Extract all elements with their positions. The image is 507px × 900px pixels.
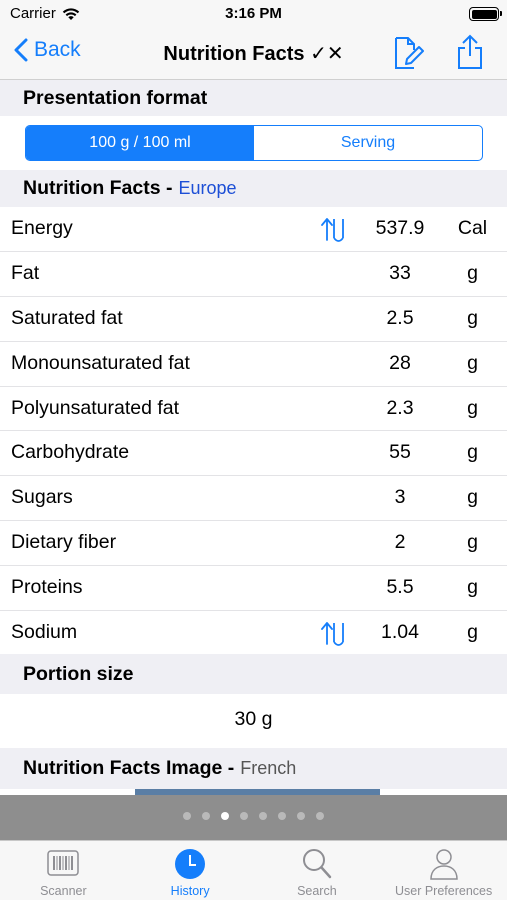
segment-100g[interactable]: 100 g / 100 ml	[26, 126, 254, 160]
portion-size-value[interactable]: 30 g	[0, 708, 507, 731]
page-control-area	[0, 795, 507, 840]
barcode-icon	[47, 850, 80, 876]
tab-history-label: History	[170, 884, 210, 898]
tab-user-preferences[interactable]: User Preferences	[380, 841, 507, 900]
nutrition-image-title: Nutrition Facts Image -	[23, 757, 235, 779]
segment-serving[interactable]: Serving	[254, 126, 482, 160]
battery-icon	[469, 7, 502, 21]
nutrition-row: Sugars 3 g	[0, 476, 507, 522]
portion-size-title: Portion size	[23, 662, 134, 685]
edit-document-icon	[395, 37, 424, 69]
nutrient-unit[interactable]: g	[440, 262, 505, 285]
page-dot[interactable]	[221, 812, 229, 820]
share-icon	[458, 34, 482, 69]
presentation-format-control: 100 g / 100 ml Serving	[25, 125, 483, 161]
nutrient-name: Carbohydrate	[11, 441, 130, 464]
nutrient-unit[interactable]: g	[440, 531, 505, 554]
nutrition-region-link[interactable]: Europe	[179, 178, 237, 199]
nutrient-value[interactable]: 33	[360, 262, 440, 285]
nutrition-row: Sodium 1.04 g	[0, 611, 507, 656]
unit-swap-icon[interactable]	[320, 216, 350, 248]
page-dot[interactable]	[240, 812, 248, 820]
nutrition-row: Monounsaturated fat 28 g	[0, 342, 507, 387]
person-icon	[429, 849, 458, 880]
clock-icon	[175, 849, 206, 879]
nutrient-unit[interactable]: g	[440, 576, 505, 599]
nutrient-value[interactable]: 2.3	[360, 397, 440, 420]
presentation-format-title: Presentation format	[23, 86, 208, 109]
nutrition-image-language: French	[240, 758, 297, 778]
unit-swap-icon[interactable]	[320, 620, 350, 652]
page-dot[interactable]	[297, 812, 305, 820]
page-dot[interactable]	[316, 812, 324, 820]
nutrient-value[interactable]: 537.9	[360, 217, 440, 240]
nutrient-name: Proteins	[11, 576, 83, 599]
nutrient-name: Monounsaturated fat	[11, 351, 190, 374]
tab-search[interactable]: Search	[254, 841, 381, 900]
nutrition-facts-title: Nutrition Facts -	[23, 177, 173, 199]
search-icon	[302, 849, 332, 879]
presentation-format-cell: 100 g / 100 ml Serving	[0, 116, 507, 170]
share-button[interactable]	[456, 34, 484, 75]
page-dot[interactable]	[183, 812, 191, 820]
nutrient-name: Energy	[11, 217, 73, 239]
nutrition-facts-header: Nutrition Facts - Europe	[0, 170, 507, 207]
nutrient-unit[interactable]: g	[440, 307, 505, 330]
nutrient-name: Polyunsaturated fat	[11, 396, 180, 419]
nutrient-value[interactable]: 28	[360, 352, 440, 375]
presentation-format-header: Presentation format	[0, 80, 507, 116]
nutrient-unit[interactable]: g	[440, 621, 505, 644]
status-time: 3:16 PM	[225, 5, 282, 22]
tab-search-label: Search	[297, 884, 337, 898]
page-dot[interactable]	[259, 812, 267, 820]
portion-size-cell: 30 g	[0, 694, 507, 748]
nutrition-image-header: Nutrition Facts Image - French	[0, 748, 507, 789]
nutrient-value[interactable]: 3	[360, 486, 440, 509]
nutrition-row: Saturated fat 2.5 g	[0, 297, 507, 342]
nutrition-row: Polyunsaturated fat 2.3 g	[0, 387, 507, 432]
nutrient-name: Sugars	[11, 486, 73, 509]
nutrition-table: Energy 537.9 Cal Fat 33 g Saturated fat 2.5 g Mon…	[0, 207, 507, 656]
page-dot[interactable]	[278, 812, 286, 820]
portion-size-header: Portion size	[0, 654, 507, 694]
navigation-bar: Back Nutrition Facts ✓✕	[0, 28, 507, 80]
nutrient-unit[interactable]: g	[440, 397, 505, 420]
nutrient-unit[interactable]: Cal	[440, 217, 505, 240]
tab-history[interactable]: History	[127, 841, 254, 900]
status-bar: Carrier 3:16 PM	[0, 0, 507, 28]
tab-scanner-label: Scanner	[40, 884, 87, 898]
nutrient-value[interactable]: 1.04	[360, 621, 440, 644]
nutrient-value[interactable]: 55	[360, 441, 440, 464]
nutrition-row: Carbohydrate 55 g	[0, 431, 507, 477]
nutrient-unit[interactable]: g	[440, 352, 505, 375]
nutrient-unit[interactable]: g	[440, 486, 505, 509]
tab-user-preferences-label: User Preferences	[394, 884, 493, 898]
nutrient-name: Fat	[11, 261, 40, 284]
nutrient-value[interactable]: 5.5	[360, 576, 440, 599]
nutrient-name: Saturated fat	[11, 306, 123, 329]
edit-button[interactable]	[392, 36, 424, 75]
page-control[interactable]	[0, 812, 507, 820]
nutrition-row: Proteins 5.5 g	[0, 566, 507, 612]
nutrient-name: Sodium	[11, 621, 78, 644]
page-dot[interactable]	[202, 812, 210, 820]
nutrition-row: Fat 33 g	[0, 252, 507, 297]
tab-scanner[interactable]: Scanner	[0, 841, 127, 900]
nutrient-name: Dietary fiber	[11, 531, 117, 554]
nutrient-value[interactable]: 2	[360, 531, 440, 554]
tab-bar: Scanner History Search User Preferences	[0, 840, 507, 900]
nutrient-value[interactable]: 2.5	[360, 307, 440, 330]
nutrition-row: Energy 537.9 Cal	[0, 207, 507, 252]
nutrient-unit[interactable]: g	[440, 441, 505, 464]
page-title: Nutrition Facts ✓✕	[163, 43, 344, 65]
nutrition-row: Dietary fiber 2 g	[0, 521, 507, 567]
